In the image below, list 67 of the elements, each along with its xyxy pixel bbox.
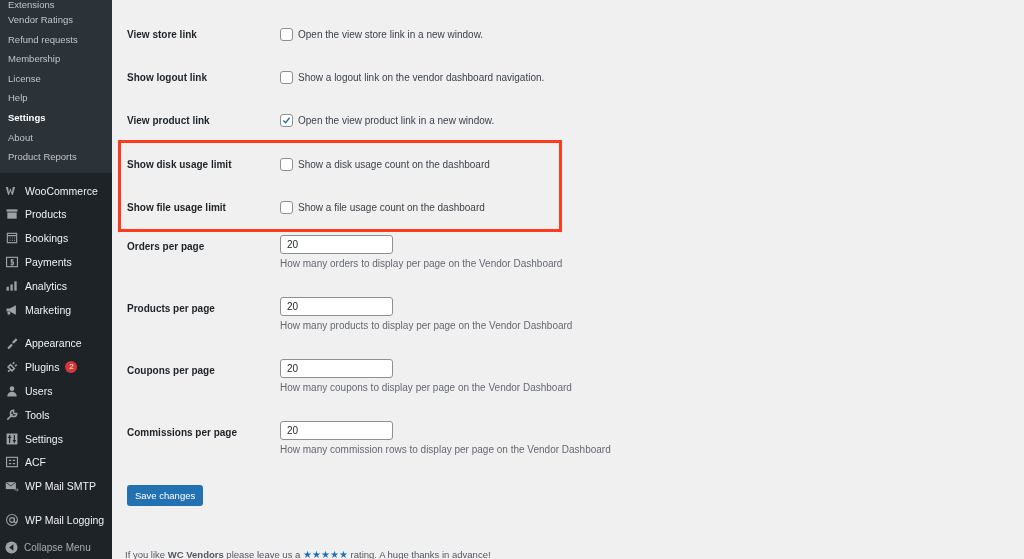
sliders-icon (5, 431, 19, 446)
checkbox[interactable] (280, 201, 293, 214)
setting-label: View product link (127, 115, 211, 126)
calendar-icon (5, 231, 19, 246)
help-text: How many products to display per page on the Vendor Dashboard (280, 320, 573, 331)
setting-label: Show file usage limit (127, 202, 227, 213)
menu-item[interactable]: Marketing (25, 303, 72, 316)
number-field[interactable]: 20 (280, 297, 393, 316)
setting-label: Coupons per page (127, 364, 216, 378)
submenu-item[interactable]: Settings (0, 107, 112, 128)
checkbox[interactable] (280, 158, 293, 171)
menu-item[interactable]: Tools (25, 408, 50, 421)
checkbox[interactable] (280, 28, 293, 41)
at-icon (5, 513, 19, 527)
rating-link[interactable]: ★★★★★ (302, 549, 348, 559)
submenu-item[interactable]: Vendor Ratings (0, 10, 112, 30)
plug-icon (5, 360, 19, 375)
checkbox[interactable] (280, 114, 293, 127)
menu-item[interactable]: Payments (25, 256, 72, 269)
number-field[interactable]: 20 (280, 421, 393, 440)
menu-item[interactable]: WooCommerce (25, 184, 98, 197)
menu-item[interactable]: Bookings (25, 232, 69, 245)
dollar-icon (5, 255, 19, 270)
help-text: How many coupons to display per page on the Vendor Dashboard (280, 382, 572, 393)
setting-label: Orders per page (127, 240, 206, 254)
menu-item[interactable]: WP Mail Logging (25, 514, 105, 526)
archive-icon (5, 207, 19, 222)
menu-item[interactable]: Users (25, 385, 53, 397)
wrench-icon (5, 407, 19, 422)
collapse-icon (5, 540, 18, 554)
checkbox-label: Open the view store link in a new window. (298, 29, 484, 40)
grid-icon (5, 455, 19, 470)
menu-item[interactable]: Settings (25, 432, 63, 445)
checkbox-label: Show a disk usage count on the dashboard (298, 159, 490, 170)
submenu-item[interactable]: About (0, 127, 112, 148)
submenu-item[interactable]: Refund requests (0, 29, 112, 50)
count-badge: 2 (65, 361, 78, 374)
submenu-item[interactable]: Help (0, 88, 112, 108)
setting-label: Commissions per page (127, 426, 239, 440)
number-field[interactable]: 20 (280, 359, 393, 378)
menu-item[interactable]: ACF (25, 456, 46, 469)
setting-label: Show logout link (127, 72, 208, 83)
setting-label: View store link (127, 29, 198, 40)
submenu-item[interactable]: Membership (0, 49, 112, 69)
menu-item[interactable]: WP Mail SMTP (25, 480, 96, 493)
user-icon (5, 384, 19, 398)
bar-chart-icon (5, 278, 19, 293)
menu-item[interactable]: Plugins (25, 361, 60, 374)
help-text: How many commission rows to display per page on the Vendor Dashboard (280, 444, 611, 455)
checkbox-label: Show a logout link on the vendor dashboard navigation. (298, 72, 545, 83)
checkbox[interactable] (280, 71, 293, 84)
checkbox-label: Show a file usage count on the dashboard (298, 202, 485, 213)
menu-item[interactable]: Products (25, 208, 67, 221)
mail-icon (5, 479, 19, 494)
submenu-item[interactable]: Product Reports (0, 147, 112, 167)
save-button[interactable]: Save changes (127, 485, 204, 506)
brush-icon (5, 336, 19, 351)
collapse-menu-link[interactable]: Collapse Menu (24, 541, 91, 553)
number-field[interactable]: 20 (280, 235, 393, 254)
submenu-item[interactable]: License (0, 68, 112, 89)
setting-label: Products per page (127, 302, 216, 316)
help-text: How many orders to display per page on the Vendor Dashboard (280, 258, 563, 269)
checkbox-label: Open the view product link in a new window. (298, 115, 495, 126)
setting-label: Show disk usage limit (127, 159, 233, 170)
menu-item[interactable]: Analytics (25, 279, 67, 292)
submenu-item[interactable]: Extensions (0, 0, 112, 10)
menu-item[interactable]: Appearance (25, 337, 82, 350)
